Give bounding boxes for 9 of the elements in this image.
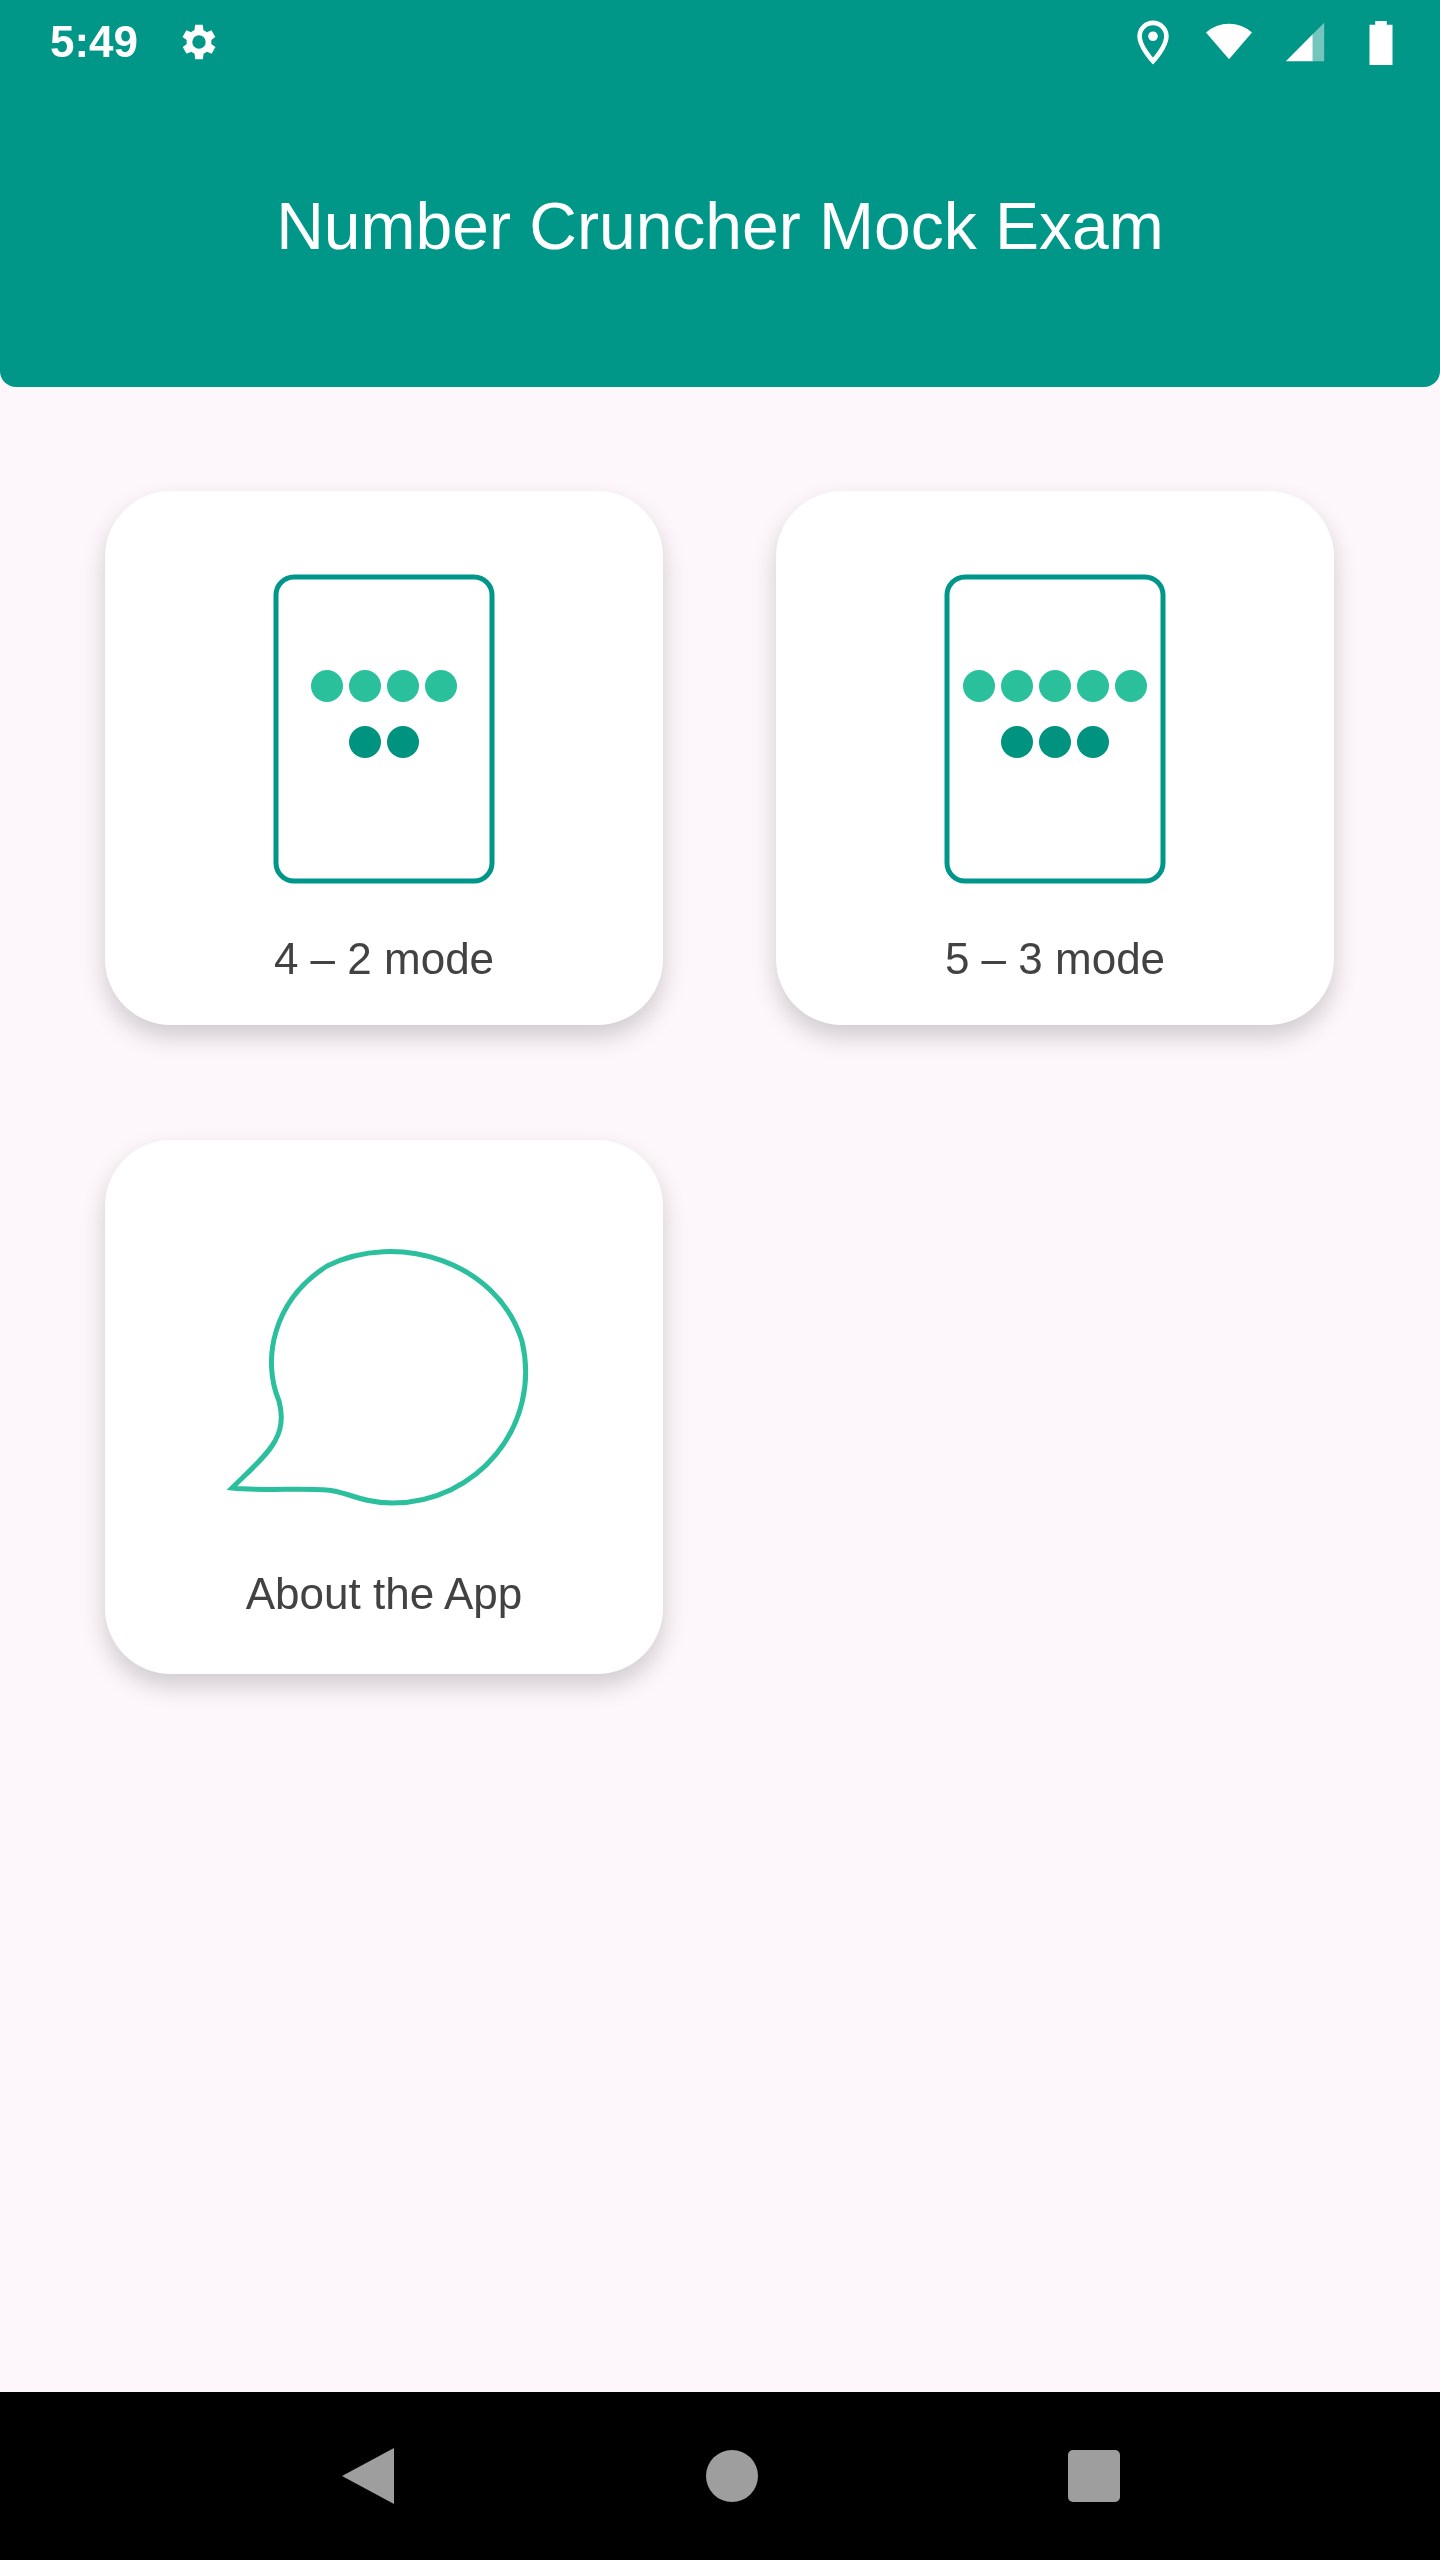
mode-card[interactable]: About the App — [105, 1140, 663, 1674]
mode-card[interactable]: 4 – 2 mode — [105, 491, 663, 1025]
app-title: Number Cruncher Mock Exam — [276, 187, 1164, 264]
status-time: 5:49 — [50, 17, 139, 67]
mode-card[interactable]: 5 – 3 mode — [776, 491, 1334, 1025]
phone-dots-icon — [944, 574, 1166, 884]
home-icon[interactable] — [706, 2450, 758, 2502]
back-icon[interactable] — [340, 2446, 396, 2506]
phone-dots-icon — [273, 574, 495, 884]
